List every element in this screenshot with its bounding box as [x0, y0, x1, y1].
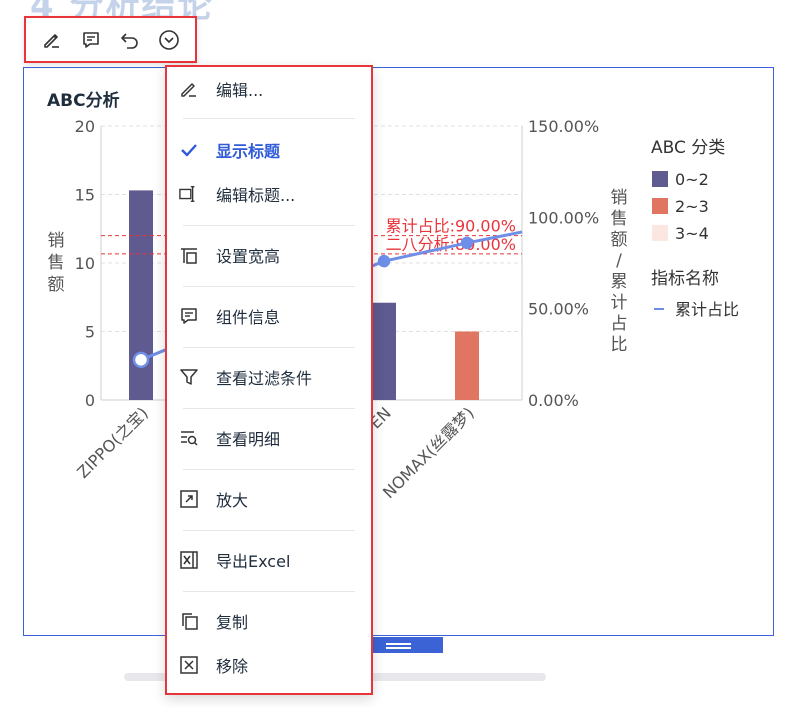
y2-axis-label: 占: [611, 314, 628, 334]
menu-item-label: 查看明细: [216, 430, 281, 449]
y2-tick-label: 150.00%: [528, 117, 599, 136]
chart-bar: [455, 331, 479, 400]
legend-group-title: ABC 分类: [651, 138, 725, 158]
y2-axis-label: 比: [611, 335, 628, 355]
menu-divider: [183, 469, 355, 470]
x-tick-label: ZIPPO(之宝): [73, 403, 152, 482]
undo-icon: [121, 32, 138, 49]
y2-axis-label: 额: [611, 230, 628, 250]
menu-item-edit[interactable]: 编辑...: [167, 69, 371, 109]
legend-metric-title: 指标名称: [651, 269, 719, 289]
chevron-down-circle-icon: [159, 29, 180, 50]
edit-title-icon: [179, 184, 199, 204]
legend-swatch: [652, 198, 668, 214]
line-point: [460, 236, 474, 250]
menu-item-label: 移除: [216, 657, 249, 676]
menu-item-label: 放大: [216, 491, 249, 510]
menu-item-edit-title[interactable]: 编辑标题...: [167, 174, 371, 214]
y-tick-label: 15: [75, 186, 95, 205]
menu-item-label: 显示标题: [216, 142, 281, 161]
legend-item-label: 0~2: [675, 170, 709, 189]
menu-item-show-title[interactable]: 显示标题: [167, 130, 371, 170]
detail-search-icon: [179, 428, 199, 448]
y-tick-label: 10: [75, 254, 95, 273]
menu-divider: [183, 530, 355, 531]
menu-item-copy[interactable]: 复制: [167, 601, 371, 641]
legend-swatch: [652, 225, 668, 241]
y2-tick-label: 50.00%: [528, 300, 589, 319]
comment-icon: [83, 31, 99, 48]
menu-divider: [183, 225, 355, 226]
legend-item-label: 2~3: [675, 197, 709, 216]
info-comment-icon: [179, 306, 199, 326]
context-menu: 编辑... 显示标题 编辑标题... 设置宽高 组件信息 查看过滤条件 查看明细…: [165, 65, 373, 695]
y2-tick-label: 100.00%: [528, 208, 599, 227]
menu-divider: [183, 118, 355, 119]
undo-button[interactable]: [116, 26, 144, 54]
chart-bar: [129, 190, 153, 400]
y-tick-label: 5: [85, 323, 95, 342]
menu-item-label: 编辑...: [216, 81, 264, 100]
y-axis-label: 销: [48, 231, 65, 251]
line-point: [377, 254, 391, 268]
menu-item-label: 组件信息: [216, 308, 281, 327]
menu-item-widget-info[interactable]: 组件信息: [167, 296, 371, 336]
menu-divider: [183, 286, 355, 287]
y2-tick-label: 0.00%: [528, 391, 579, 410]
edit-button[interactable]: [38, 26, 66, 54]
menu-item-label: 复制: [216, 613, 249, 632]
y-axis-label: 额: [48, 275, 65, 295]
menu-divider: [183, 591, 355, 592]
line-point: [132, 351, 150, 369]
menu-item-set-size[interactable]: 设置宽高: [167, 235, 371, 275]
remove-icon: [179, 655, 199, 675]
reference-line-label: 累计占比:90.00%: [386, 217, 516, 236]
chart-widget[interactable]: ABC分析 20 15 10 5 0 150.00% 100.00% 50.00% 0.00% 销…: [23, 67, 774, 681]
excel-icon: [179, 550, 199, 570]
quick-toolbar: [24, 16, 197, 63]
x-tick-label: NOMAX(丝露梦): [379, 403, 478, 502]
maximize-icon: [179, 489, 199, 509]
chart-svg: 20151050150.00%100.00%50.00%0.00%销售额销售额/…: [48, 117, 740, 502]
y-tick-label: 20: [75, 117, 95, 136]
filter-icon: [179, 367, 199, 387]
legend-swatch: [652, 171, 668, 187]
menu-item-label: 查看过滤条件: [216, 369, 313, 388]
y-tick-label: 0: [85, 391, 95, 410]
y2-axis-label: 销: [611, 188, 628, 208]
menu-item-view-details[interactable]: 查看明细: [167, 418, 371, 458]
chart-bar: [372, 302, 396, 400]
y-axis-label: 售: [48, 253, 65, 273]
edit-icon: [43, 33, 59, 48]
menu-item-label: 导出Excel: [216, 552, 291, 571]
more-menu-button[interactable]: [155, 26, 183, 54]
menu-item-export-excel[interactable]: 导出Excel: [167, 540, 371, 580]
y2-axis-label: 售: [611, 209, 628, 229]
menu-item-maximize[interactable]: 放大: [167, 479, 371, 519]
menu-item-view-filters[interactable]: 查看过滤条件: [167, 357, 371, 397]
menu-divider: [183, 408, 355, 409]
legend-item-label: 累计占比: [675, 300, 739, 319]
legend-item-label: 3~4: [675, 224, 709, 243]
menu-divider: [183, 347, 355, 348]
resize-icon: [179, 245, 199, 265]
menu-item-label: 编辑标题...: [216, 186, 296, 205]
y2-axis-label: 累: [611, 272, 628, 292]
menu-item-remove[interactable]: 移除: [167, 645, 371, 685]
check-icon: [179, 140, 199, 160]
menu-item-label: 设置宽高: [216, 247, 281, 266]
comment-button[interactable]: [77, 26, 105, 54]
edit-icon: [179, 79, 199, 99]
copy-icon: [179, 611, 199, 631]
y2-axis-label: /: [616, 251, 622, 271]
y2-axis-label: 计: [611, 293, 628, 313]
